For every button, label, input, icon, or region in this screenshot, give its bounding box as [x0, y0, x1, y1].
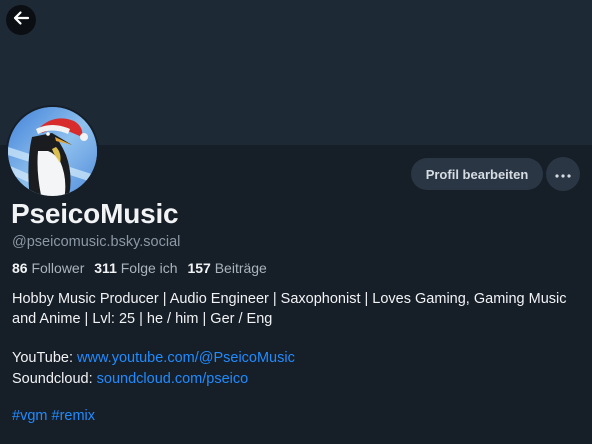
followers-count: 86 [12, 260, 28, 276]
soundcloud-line: Soundcloud: soundcloud.com/pseico [12, 369, 295, 390]
tag-link[interactable]: #vgm [12, 408, 47, 424]
profile-bio: Hobby Music Producer | Audio Engineer | … [12, 291, 567, 327]
more-options-button[interactable] [546, 157, 580, 191]
profile-handle: @pseicomusic.bsky.social [12, 234, 181, 250]
soundcloud-label: Soundcloud: [12, 371, 93, 387]
youtube-label: YouTube: [12, 350, 74, 366]
profile-links: YouTube: www.youtube.com/@PseicoMusic So… [12, 348, 295, 390]
tag-link[interactable]: #remix [52, 408, 96, 424]
posts-stat: 157 Beiträge [187, 260, 266, 276]
avatar[interactable] [6, 105, 99, 198]
profile-page: Profil bearbeiten PseicoMusic @pseicomus… [0, 0, 592, 444]
soundcloud-link[interactable]: soundcloud.com/pseico [97, 371, 249, 387]
penguin-avatar-icon [8, 107, 97, 196]
posts-label: Beiträge [214, 260, 267, 276]
profile-tags: #vgm #remix [12, 408, 95, 424]
following-count: 311 [94, 260, 117, 276]
posts-count: 157 [187, 260, 211, 276]
ellipsis-icon [555, 165, 571, 183]
back-button[interactable] [6, 5, 36, 35]
following-stat[interactable]: 311 Folge ich [94, 260, 177, 276]
display-name: PseicoMusic [11, 198, 179, 229]
profile-stats: 86 Follower 311 Folge ich 157 Beiträge [12, 260, 267, 276]
youtube-line: YouTube: www.youtube.com/@PseicoMusic [12, 348, 295, 369]
following-label: Folge ich [120, 260, 178, 276]
arrow-left-icon [12, 9, 30, 32]
youtube-link[interactable]: www.youtube.com/@PseicoMusic [77, 350, 295, 366]
followers-stat[interactable]: 86 Follower [12, 260, 84, 276]
followers-label: Follower [31, 260, 85, 276]
edit-profile-button[interactable]: Profil bearbeiten [411, 158, 543, 190]
